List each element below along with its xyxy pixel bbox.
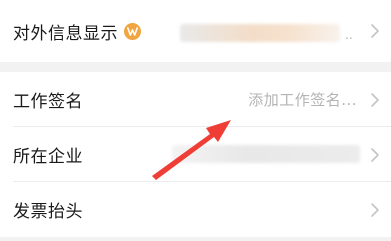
work-signature-row[interactable]: 工作签名 添加工作签名... [0, 72, 391, 127]
company-label: 所在企业 [13, 147, 83, 167]
external-info-row[interactable]: 对外信息显示 .. [0, 0, 391, 62]
chevron-right-icon [371, 147, 379, 162]
chevron-right-icon [371, 24, 379, 38]
redacted-external-info [180, 24, 340, 42]
v-badge-icon [124, 23, 141, 40]
invoice-title-row[interactable]: 发票抬头 [0, 182, 391, 237]
invoice-title-label: 发票抬头 [13, 202, 83, 222]
truncation-ellipsis: .. [345, 28, 353, 42]
external-info-label: 对外信息显示 [13, 23, 118, 44]
work-signature-placeholder: 添加工作签名... [248, 91, 357, 109]
work-signature-label: 工作签名 [13, 92, 83, 112]
chevron-right-icon [371, 202, 379, 217]
redacted-company-name [172, 145, 360, 163]
chevron-right-icon [371, 92, 379, 107]
company-row[interactable]: 所在企业 [0, 127, 391, 182]
